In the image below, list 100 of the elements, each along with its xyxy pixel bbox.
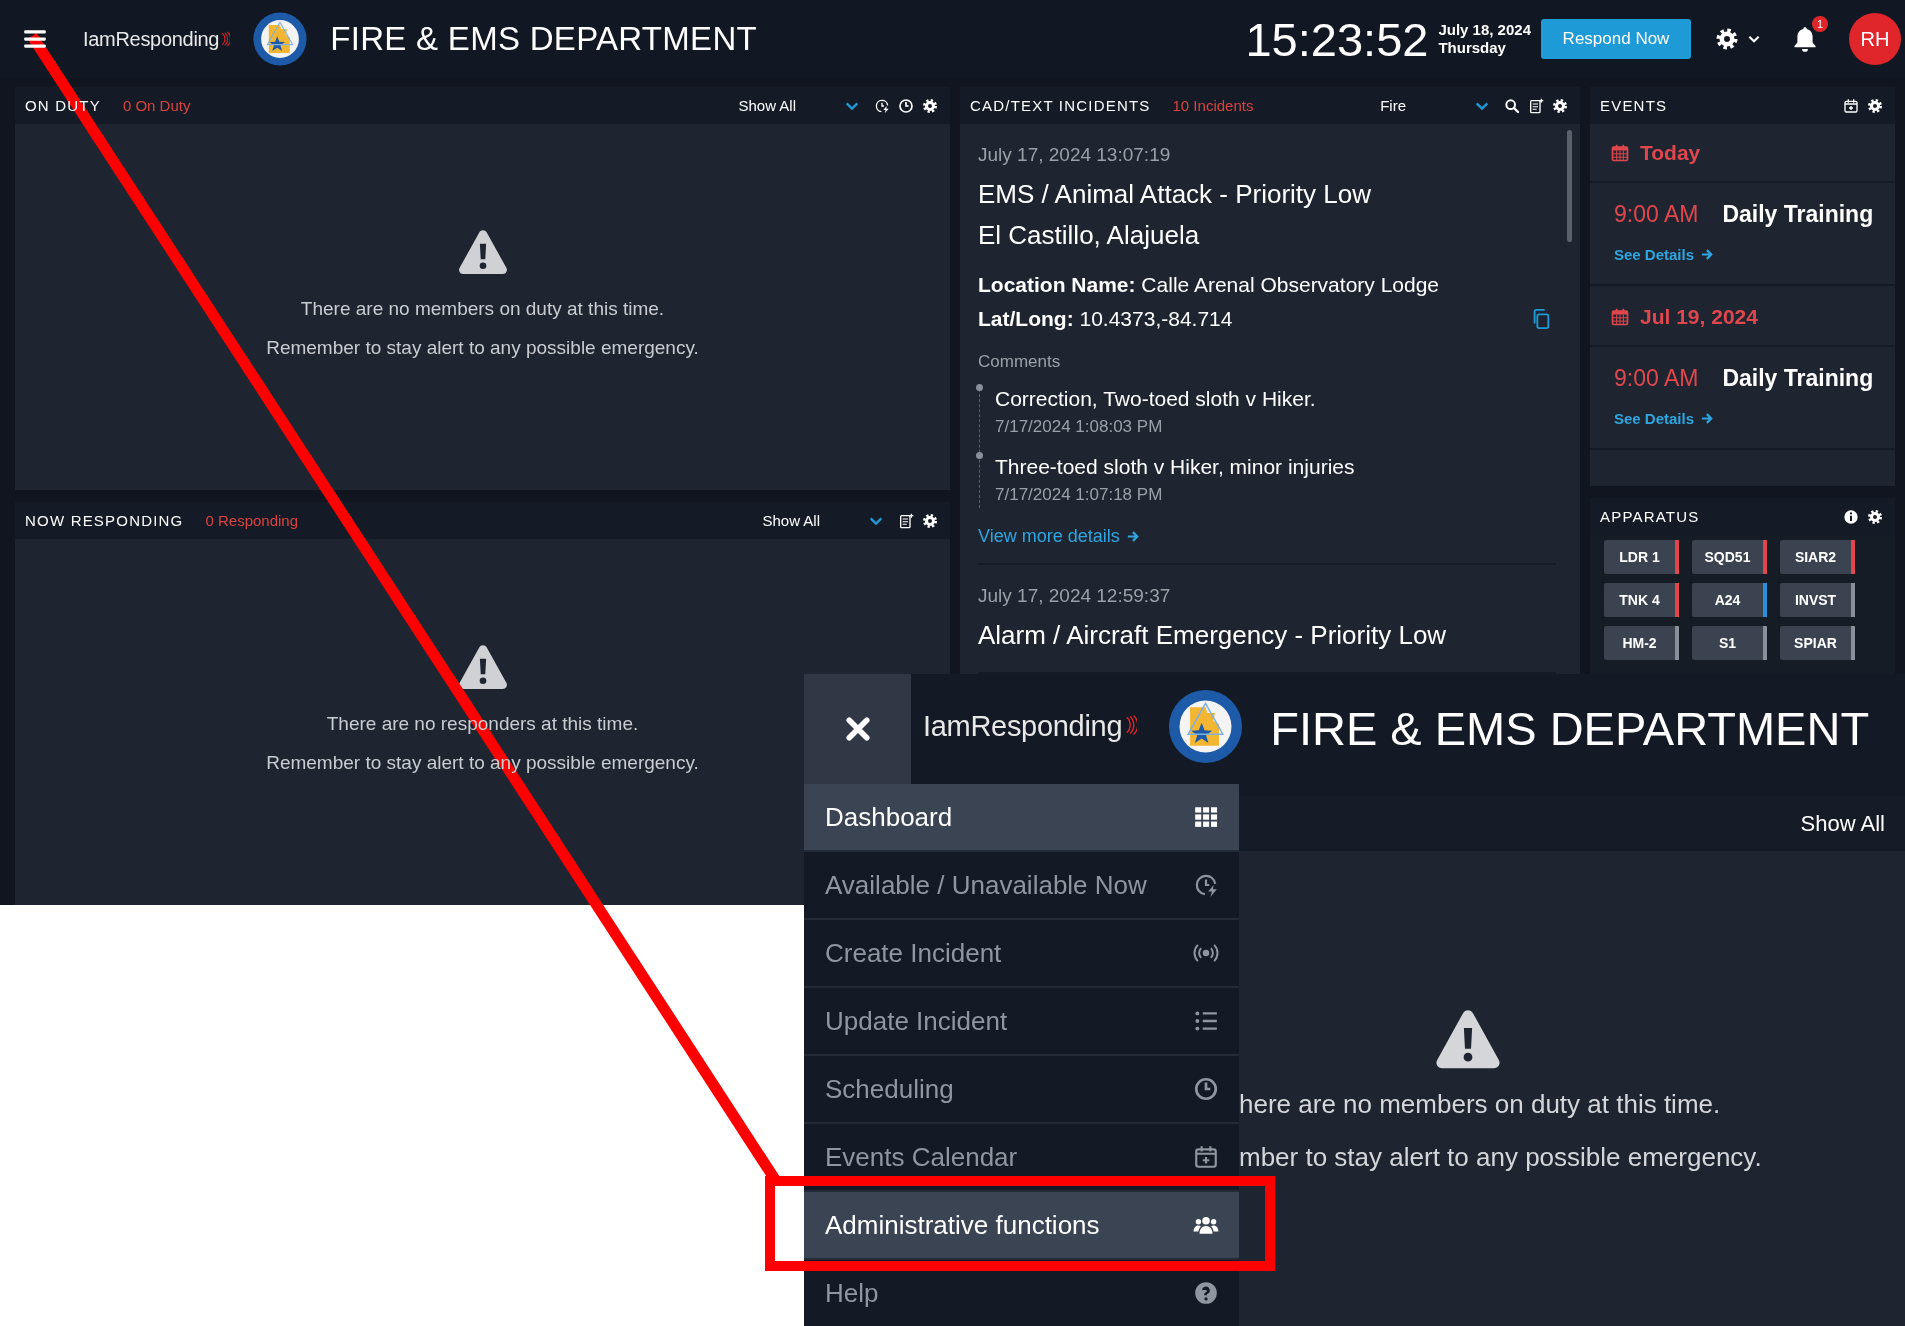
- unit-label: SIAR2: [1793, 549, 1838, 565]
- panel-title: APPARATUS: [1600, 508, 1700, 525]
- settings-icon[interactable]: [1715, 27, 1739, 51]
- menu-item[interactable]: Administrative functions: [804, 1192, 1239, 1260]
- settings-icon[interactable]: [922, 512, 938, 529]
- signal-icon: [221, 30, 231, 48]
- comments-label: Comments: [978, 352, 1062, 372]
- clock-icon: [1193, 872, 1219, 898]
- apparatus-tag[interactable]: HM-2: [1604, 626, 1679, 660]
- comment-text: Three-toed sloth v Hiker, minor injuries: [995, 454, 1356, 480]
- department-title: FIRE & EMS DEPARTMENT: [330, 20, 757, 58]
- settings-icon[interactable]: [1867, 97, 1883, 114]
- apparatus-tag[interactable]: TNK 4: [1604, 583, 1679, 617]
- filter-select[interactable]: Fire: [1380, 97, 1406, 114]
- brand-logo: IamResponding: [83, 27, 220, 51]
- clock-icon[interactable]: [898, 97, 914, 114]
- clock-icon: [1193, 1076, 1219, 1102]
- unit-label: INVST: [1793, 592, 1838, 608]
- incident-place: El Castillo, Alajuela: [978, 219, 1201, 252]
- user-avatar[interactable]: RH: [1849, 13, 1901, 65]
- view-details-link[interactable]: View more details: [978, 526, 1141, 547]
- filter-select[interactable]: Show All: [738, 97, 796, 114]
- date-heading: Jul 19, 2024: [1640, 304, 1758, 329]
- calendar-icon: [1610, 306, 1630, 327]
- menu-item[interactable]: Update Incident: [804, 988, 1239, 1056]
- filter-select[interactable]: Show All: [762, 512, 820, 529]
- settings-icon[interactable]: [922, 97, 938, 114]
- calendar-icon: [1610, 142, 1630, 163]
- arrow-icon: [1700, 247, 1716, 262]
- close-button[interactable]: [804, 674, 911, 784]
- incident-title: EMS / Animal Attack - Priority Low: [978, 178, 1372, 211]
- incident-title: Alarm / Aircraft Emergency - Priority Low: [978, 619, 1448, 652]
- empty-message: here are no members on duty at this time.: [1239, 1088, 1722, 1121]
- apparatus-tag[interactable]: S1: [1692, 626, 1767, 660]
- unit-label: SQD51: [1703, 549, 1752, 565]
- comment-time: 7/17/2024 1:08:03 PM: [995, 416, 1164, 438]
- settings-icon[interactable]: [1867, 508, 1883, 525]
- panel-title: CAD/TEXT INCIDENTS: [970, 97, 1151, 114]
- location-name: Location Name: Calle Arenal Observatory Lodge: [978, 272, 1441, 298]
- lat-long: Lat/Long: 10.4373,-84.714: [978, 306, 1233, 332]
- department-title: FIRE & EMS DEPARTMENT: [1270, 701, 1870, 756]
- unit-label: LDR 1: [1618, 549, 1661, 565]
- menu-item[interactable]: Scheduling: [804, 1056, 1239, 1124]
- see-details-link[interactable]: See Details: [1614, 246, 1716, 263]
- apparatus-tag[interactable]: LDR 1: [1604, 540, 1679, 574]
- apparatus-tag[interactable]: A24: [1692, 583, 1767, 617]
- count-text: 0 On Duty: [122, 97, 191, 114]
- filter-select[interactable]: Show All: [1800, 810, 1885, 837]
- document-icon[interactable]: [1528, 97, 1544, 114]
- unit-label: S1: [1717, 635, 1738, 651]
- scrollbar[interactable]: [1567, 130, 1572, 242]
- timeline-dot: [976, 452, 983, 459]
- grid-icon: [1193, 804, 1219, 830]
- unit-label: HM-2: [1621, 635, 1658, 651]
- count-text: 0 Responding: [205, 512, 299, 529]
- clock-time: 15:23:52: [1245, 11, 1429, 67]
- apparatus-tag[interactable]: SPIAR: [1780, 626, 1855, 660]
- menu-item[interactable]: Available / Unavailable Now: [804, 852, 1239, 920]
- notification-badge: 1: [1812, 16, 1828, 32]
- document-icon[interactable]: [898, 512, 914, 529]
- help-icon: [1193, 1280, 1219, 1306]
- incident-timestamp: July 17, 2024 13:07:19: [978, 144, 1172, 166]
- calendar-plus-icon[interactable]: [1843, 97, 1859, 114]
- count-text: 10 Incidents: [1172, 97, 1254, 114]
- apparatus-tag[interactable]: SIAR2: [1780, 540, 1855, 574]
- see-details-link[interactable]: See Details: [1614, 410, 1716, 427]
- unit-label: SPIAR: [1793, 635, 1838, 651]
- menu-item[interactable]: Dashboard: [804, 784, 1239, 852]
- brand-logo: IamResponding: [923, 710, 1123, 743]
- search-icon[interactable]: [1504, 97, 1520, 114]
- date-text: July 18, 2024: [1438, 21, 1531, 39]
- date-heading: Today: [1640, 140, 1701, 165]
- arrow-icon: [1700, 411, 1716, 426]
- event-time: 9:00 AM: [1614, 365, 1699, 392]
- unit-label: TNK 4: [1618, 592, 1661, 608]
- warning-icon: [456, 642, 509, 692]
- empty-message: There are no members on duty at this time.: [300, 297, 665, 321]
- timeline-dot: [976, 384, 983, 391]
- weekday-text: Thursday: [1438, 39, 1507, 57]
- settings-icon[interactable]: [1552, 97, 1568, 114]
- menu-item[interactable]: Create Incident: [804, 920, 1239, 988]
- event-time: 9:00 AM: [1614, 201, 1699, 228]
- empty-message: Remember to stay alert to any possible emergency.: [266, 336, 699, 360]
- apparatus-tag[interactable]: SQD51: [1692, 540, 1767, 574]
- panel-title: NOW RESPONDING: [25, 512, 184, 529]
- seal-logo: [252, 11, 309, 67]
- warning-icon: [456, 227, 509, 277]
- event-name: Daily Training: [1722, 201, 1874, 228]
- calendar-plus-icon: [1193, 1144, 1219, 1170]
- panel-title: EVENTS: [1600, 97, 1668, 114]
- unit-label: A24: [1713, 592, 1742, 608]
- incident-timestamp: July 17, 2024 12:59:37: [978, 585, 1172, 607]
- apparatus-tag[interactable]: INVST: [1780, 583, 1855, 617]
- event-name: Daily Training: [1722, 365, 1874, 392]
- comment-text: Correction, Two-toed sloth v Hiker.: [995, 386, 1317, 412]
- info-icon[interactable]: [1843, 508, 1859, 525]
- comment-time: 7/17/2024 1:07:18 PM: [995, 484, 1164, 506]
- clock-icon[interactable]: [874, 97, 890, 114]
- empty-message: mber to stay alert to any possible emergency.: [1239, 1141, 1763, 1174]
- arrow-icon: [1125, 529, 1141, 544]
